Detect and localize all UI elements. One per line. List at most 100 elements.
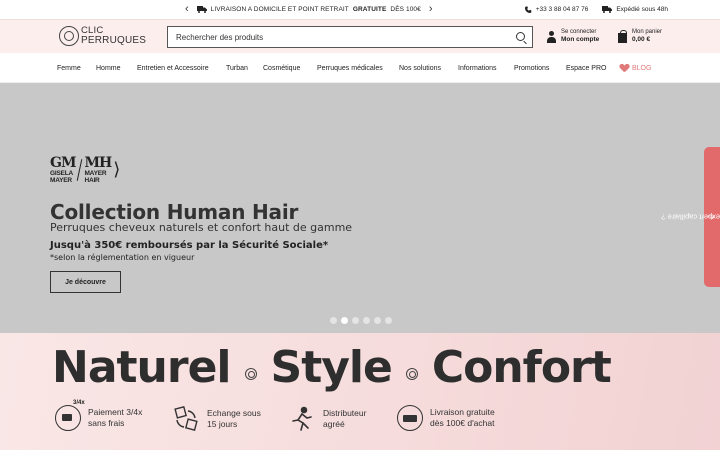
feature-line1: Distributeur — [323, 408, 367, 418]
carousel-dot-active[interactable] — [341, 317, 348, 324]
phone-number: +33 3 88 04 87 76 — [535, 6, 589, 13]
feature-text: Paiement 3/4x sans frais — [88, 407, 142, 429]
expert-advice-tab[interactable]: ✍ Un conseil d'expert capillaire ? — [661, 147, 720, 287]
promo-bar: ‹ LIVRAISON A DOMICILE ET POINT RETRAIT … — [0, 0, 720, 19]
gisela-mayer-logo: GM GISELA MAYER MH MAYER HAIR ⟩ — [50, 156, 120, 184]
brand-gm-mark: GM — [50, 155, 76, 171]
search-box — [167, 26, 533, 48]
nav-item-informations[interactable]: Informations — [458, 53, 497, 83]
nav-item-cosmetique[interactable]: Cosmétique — [263, 53, 300, 83]
feature-line2: agréé — [323, 419, 345, 429]
feature-text: Distributeur agréé — [323, 408, 366, 430]
discover-button[interactable]: Je découvre — [50, 271, 121, 293]
values-band: Naturel Style Confort 3/4x Paiement 3/4x… — [0, 333, 720, 450]
nav-item-promotions[interactable]: Promotions — [514, 53, 549, 83]
feature-line2: sans frais — [88, 418, 125, 428]
user-icon — [547, 30, 556, 43]
feature-free-delivery: Livraison gratuite dès 100€ d'achat — [397, 405, 495, 431]
feature-exchange: Echange sous 15 jours — [172, 405, 261, 433]
brand-gm-line2: MAYER — [50, 177, 72, 184]
delivery-van-icon — [397, 405, 423, 431]
logo-mark-icon — [59, 26, 79, 46]
exchange-box-icon — [172, 405, 200, 433]
promo-right: +33 3 88 04 87 76 Expédié sous 48h — [524, 0, 668, 19]
cart-total: 0,00 € — [632, 36, 651, 43]
truck-icon — [196, 6, 207, 13]
brand-mh-line2: HAIR — [84, 177, 100, 184]
site-header: CLIC PERRUQUES Se connecter Mon compte M… — [0, 19, 720, 53]
separator-logo-icon — [244, 367, 257, 380]
main-nav: Femme Homme Entretien et Accessoire Turb… — [0, 53, 720, 83]
feature-line2: 15 jours — [207, 419, 238, 429]
nav-item-perruques-medicales[interactable]: Perruques médicales — [317, 53, 383, 83]
promo-prev-button[interactable]: ‹ — [185, 4, 189, 15]
brand-divider — [77, 159, 83, 181]
brand-swash-icon: ⟩ — [113, 159, 121, 180]
value-word-style: Style — [270, 342, 393, 393]
search-input[interactable] — [176, 32, 506, 42]
separator-logo-icon — [405, 367, 418, 380]
feature-text: Livraison gratuite dès 100€ d'achat — [430, 407, 495, 429]
promo-text-post: DÈS 100€ — [390, 6, 421, 13]
search-icon[interactable] — [516, 32, 525, 41]
nav-item-entretien[interactable]: Entretien et Accessoire — [137, 53, 209, 83]
shipping-truck-icon — [602, 6, 613, 13]
promo-text-bold: GRATUITE — [352, 6, 387, 13]
promo-message: LIVRAISON A DOMICILE ET POINT RETRAIT GR… — [196, 6, 421, 13]
account-link[interactable]: Se connecter Mon compte — [547, 29, 599, 44]
carousel-dot[interactable] — [374, 317, 381, 324]
feature-payment: 3/4x Paiement 3/4x sans frais — [55, 400, 142, 431]
carousel-dot[interactable] — [363, 317, 370, 324]
hero-subtitle: Perruques cheveux naturels et confort ha… — [50, 221, 353, 234]
carousel-dot[interactable] — [330, 317, 337, 324]
shopping-bag-icon — [618, 29, 627, 43]
cart-link[interactable]: Mon panier 0,00 € — [618, 29, 662, 44]
nav-item-homme[interactable]: Homme — [96, 53, 121, 83]
nav-item-femme[interactable]: Femme — [57, 53, 81, 83]
carousel-dot[interactable] — [352, 317, 359, 324]
nav-list: Femme Homme Entretien et Accessoire Turb… — [0, 53, 720, 83]
promo-carousel: ‹ LIVRAISON A DOMICILE ET POINT RETRAIT … — [185, 0, 433, 19]
hero-offer: Jusqu'à 350€ remboursés par la Sécurité … — [50, 240, 329, 251]
carousel-dot[interactable] — [385, 317, 392, 324]
runner-icon — [288, 405, 316, 433]
blog-label: BLOG — [632, 64, 652, 72]
promo-text-pre: LIVRAISON A DOMICILE ET POINT RETRAIT — [210, 6, 349, 13]
hero-banner: GM GISELA MAYER MH MAYER HAIR ⟩ Collecti… — [0, 83, 720, 333]
phone-icon — [524, 6, 532, 13]
brand-mh: MH MAYER HAIR — [84, 155, 112, 184]
nav-item-espace-pro[interactable]: Espace PRO — [566, 53, 606, 83]
values-words: Naturel Style Confort — [52, 342, 612, 393]
nav-item-blog[interactable]: BLOG — [620, 53, 651, 83]
nav-item-turban[interactable]: Turban — [226, 53, 248, 83]
account-line2: Mon compte — [561, 36, 600, 43]
phone-link[interactable]: +33 3 88 04 87 76 — [524, 6, 589, 13]
cart-text: Mon panier 0,00 € — [632, 29, 662, 44]
brand-gm: GM GISELA MAYER — [50, 155, 76, 184]
account-text: Se connecter Mon compte — [561, 29, 599, 44]
carousel-dots — [330, 317, 392, 324]
feature-line2: dès 100€ d'achat — [430, 418, 495, 428]
feature-text: Echange sous 15 jours — [207, 408, 261, 430]
site-logo[interactable]: CLIC PERRUQUES — [59, 26, 146, 46]
brand-mh-mark: MH — [84, 155, 112, 171]
brand-mh-line1: MAYER — [84, 170, 107, 177]
brand-gm-line1: GISELA — [50, 170, 73, 177]
heart-icon — [620, 64, 629, 72]
payment-badge: 3/4x — [73, 400, 85, 406]
cart-line1: Mon panier — [632, 29, 663, 35]
feature-line1: Livraison gratuite — [430, 407, 495, 417]
shipping-text: Expédié sous 48h — [616, 6, 668, 13]
expert-advice-text: Un conseil d'expert capillaire ? — [661, 212, 720, 222]
feature-distributor: Distributeur agréé — [288, 405, 366, 433]
value-word-naturel: Naturel — [52, 342, 231, 393]
nav-item-nos-solutions[interactable]: Nos solutions — [399, 53, 441, 83]
account-line1: Se connecter — [561, 29, 597, 35]
payment-icon: 3/4x — [55, 400, 85, 431]
value-word-confort: Confort — [431, 342, 612, 393]
feature-line1: Paiement 3/4x — [88, 407, 143, 417]
logo-text: CLIC PERRUQUES — [81, 26, 146, 46]
logo-line2: PERRUQUES — [81, 35, 147, 46]
shipping-info: Expédié sous 48h — [602, 6, 668, 13]
promo-next-button[interactable]: › — [429, 4, 433, 15]
